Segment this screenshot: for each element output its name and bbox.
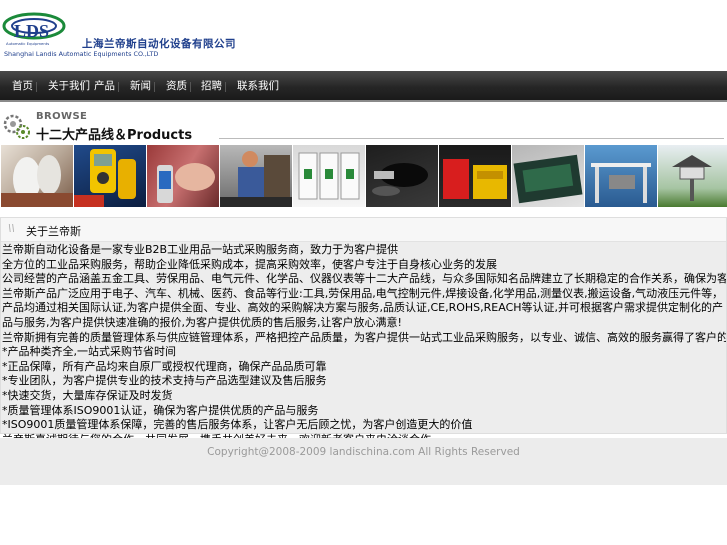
nav-divider [190, 82, 191, 92]
feature-item: *快速交货，大量库存保证及时发货 [2, 388, 173, 402]
company-logo[interactable]: LDS Automatic Equipments 上海兰帝斯自动化设备有限公司 … [0, 11, 236, 60]
intro-text: 全方位的工业品采购服务，帮助企业降低采购成本，提高采购效率，使客户专注于自身核心… [2, 257, 497, 271]
browse-banner: BROWSE 十二大产品线＆Products [0, 107, 727, 143]
feature-item: *质量管理体系ISO9001认证，确保为客户提供优质的产品与服务 [2, 403, 319, 417]
about-panel: \\ 关于兰帝斯 兰帝斯自动化设备是一家专业B2B工业用品一站式采购服务商，致力… [0, 217, 727, 446]
browse-divider [219, 138, 724, 139]
browse-label: BROWSE [36, 111, 88, 122]
logo-company-en: Shanghai Landis Automatic Equipments CO.… [4, 50, 159, 58]
lds-logo-icon: LDS [2, 12, 66, 41]
feature-item: *正品保障，所有产品均来自原厂或授权代理商，确保产品品质可靠 [2, 359, 327, 373]
intro-text: 兰帝斯拥有完善的质量管理体系与供应链管理体系，严格把控产品质量，为客户提供一站式… [2, 330, 726, 344]
nav-about[interactable]: 关于我们 [48, 71, 90, 102]
nav-news[interactable]: 新闻 [130, 71, 151, 102]
logo-subtitle: Automatic Equipments [6, 41, 50, 46]
nav-products[interactable]: 产品 [94, 71, 115, 102]
workstation-photo[interactable] [585, 145, 657, 207]
feature-item: *产品种类齐全,一站式采购节省时间 [2, 345, 176, 359]
nav-divider [118, 82, 119, 92]
nav-certification[interactable]: 资质 [166, 71, 187, 102]
footer: Copyright@2008-2009 landischina.com All … [0, 438, 727, 485]
browse-title: 十二大产品线＆Products [36, 128, 193, 143]
tool-case-photo[interactable] [439, 145, 511, 207]
nav-divider [36, 82, 37, 92]
gloves-photo[interactable] [1, 145, 73, 207]
multimeter-photo[interactable] [74, 145, 146, 207]
heat-gun-photo[interactable] [366, 145, 438, 207]
logo-brand-text: LDS [14, 21, 49, 41]
feature-item: *专业团队，为客户提供专业的技术支持与产品选型建议及售后服务 [2, 374, 327, 388]
worker-photo[interactable] [220, 145, 292, 207]
panel-marker-icon: \\ [8, 223, 15, 234]
intro-text: 兰帝斯产品广泛应用于电子、汽车、机械、医药、食品等行业:工具,劳保用品,电气控制… [2, 286, 724, 329]
panel-title: 关于兰帝斯 [26, 225, 81, 238]
main-nav: 首页 关于我们 产品 新闻 资质 招聘 联系我们 [0, 71, 727, 102]
tool-set-photo[interactable] [512, 145, 584, 207]
circuit-breaker-photo[interactable] [293, 145, 365, 207]
outdoor-lamp-photo[interactable] [658, 145, 727, 207]
intro-text: 兰帝斯自动化设备是一家专业B2B工业用品一站式采购服务商，致力于为客户提供 [2, 243, 399, 256]
intro-text: 公司经营的产品涵盖五金工具、劳保用品、电气元件、化学品、仪器仪表等十二大产品线，… [2, 272, 726, 286]
nav-divider [225, 82, 226, 92]
nav-divider [82, 82, 83, 92]
nav-jobs[interactable]: 招聘 [201, 71, 222, 102]
feature-item: *ISO9001质量管理体系保障，完善的售后服务体系，让客户无后顾之忧，为客户创… [2, 418, 473, 432]
product-strip [1, 145, 727, 207]
panel-body: 兰帝斯自动化设备是一家专业B2B工业用品一站式采购服务商，致力于为客户提供 全方… [2, 243, 726, 447]
nav-contact[interactable]: 联系我们 [237, 71, 279, 102]
nav-home[interactable]: 首页 [12, 71, 33, 102]
logo-company-cn: 上海兰帝斯自动化设备有限公司 [82, 38, 236, 50]
panel-header: \\ 关于兰帝斯 [1, 218, 726, 242]
copyright-text: Copyright@2008-2009 landischina.com All … [207, 446, 520, 458]
gear-icon [3, 114, 30, 139]
spray-can-photo[interactable] [147, 145, 219, 207]
nav-divider [154, 82, 155, 92]
